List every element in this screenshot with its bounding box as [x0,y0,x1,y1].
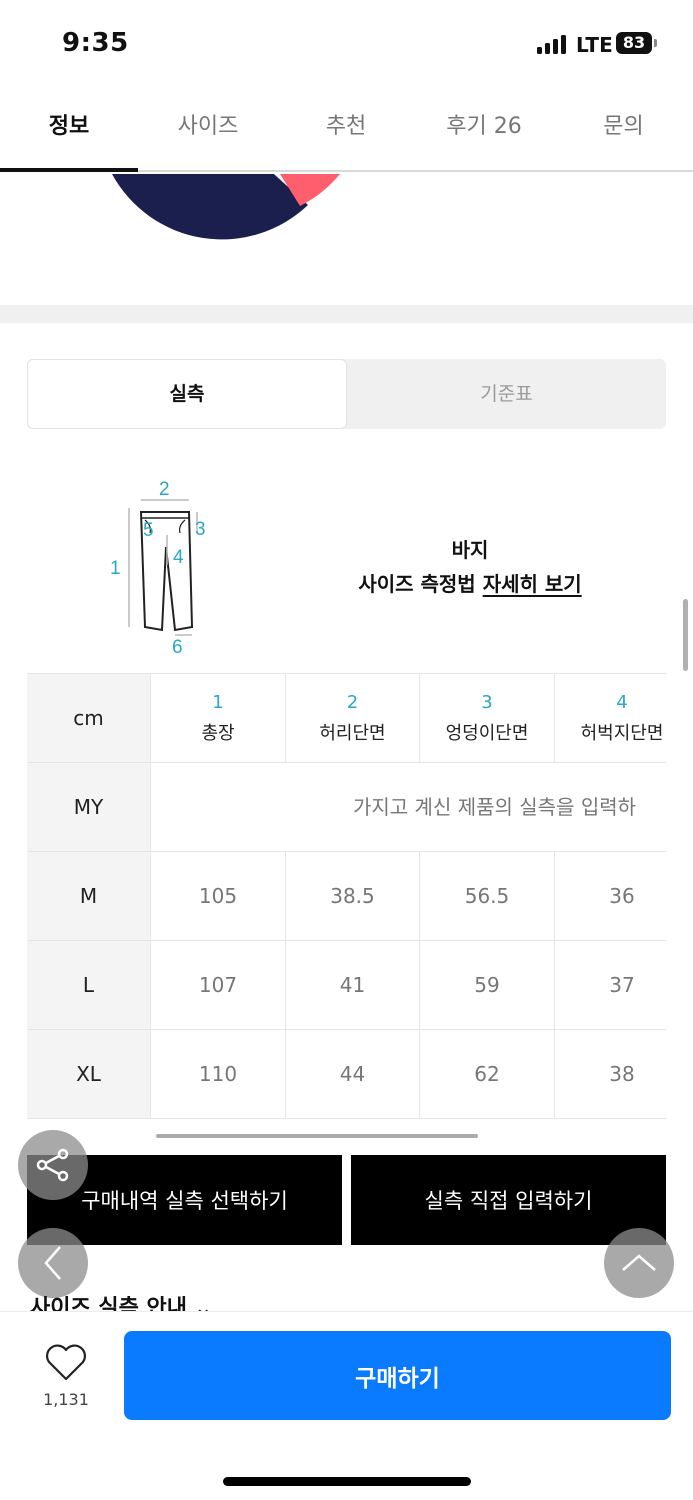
diagram-label-6: 6 [172,637,183,658]
toggle-measured[interactable]: 실측 [27,359,347,429]
column-label: 엉덩이단면 [445,722,529,744]
signal-icon [537,34,569,54]
table-cell: 107 [151,941,286,1029]
table-cell: 41 [286,941,420,1029]
diagram-label-3: 3 [195,519,206,540]
scroll-top-button[interactable] [604,1228,674,1298]
share-button[interactable] [18,1130,88,1200]
battery-icon: 83 [616,32,652,54]
back-button[interactable] [18,1228,88,1298]
row-label: XL [27,1030,151,1118]
table-row-my[interactable]: MY 가지고 계신 제품의 실측을 입력하 [27,763,666,852]
column-number: 1 [212,691,224,713]
size-label: M [79,884,98,908]
category-label: 바지 [451,538,489,562]
table-cell: 59 [420,941,555,1029]
chevron-up-icon [622,1254,656,1271]
table-cell: 105 [151,852,286,940]
pie-chart-fragment [0,174,693,304]
row-label: M [27,852,151,940]
tab-inquiry[interactable]: 문의 [554,108,693,148]
size-label: L [82,973,95,997]
page-vertical-scrollbar[interactable] [683,599,688,671]
toggle-standard[interactable]: 기준표 [347,359,666,429]
row-label: L [27,941,151,1029]
column-label: 총장 [201,722,235,744]
measure-guide-title: 바지 사이즈 측정법 자세히 보기 [300,533,640,601]
column-label: 허벅지단면 [580,722,664,744]
table-cell: 38 [555,1030,666,1118]
chevron-down-icon: ⌄ [187,1296,213,1312]
column-header: 4 허벅지단면 [555,674,666,762]
diagram-label-5: 5 [143,520,154,541]
table-row: XL 110 44 62 38 [27,1030,666,1119]
network-label: LTE [576,33,613,57]
size-type-toggle: 실측 기준표 [27,359,666,429]
unit-cell: cm [27,674,151,762]
status-time: 9:35 [62,28,129,58]
tab-reviews[interactable]: 후기 26 [414,108,554,148]
tab-size[interactable]: 사이즈 [138,108,278,148]
table-cell: 36 [555,852,666,940]
table-cell: 110 [151,1030,286,1118]
like-button[interactable] [44,1343,88,1387]
manual-input-button[interactable]: 실측 직접 입력하기 [351,1155,666,1245]
battery-tip [654,39,657,47]
share-icon [36,1148,69,1182]
size-guide-heading[interactable]: 사이즈 실측 안내 ⌄ [30,1290,212,1312]
pants-measure-diagram: 2 3 5 4 1 6 [105,475,215,660]
column-header: 3 엉덩이단면 [420,674,555,762]
measure-guide-link[interactable]: 자세히 보기 [483,572,582,596]
diagram-label-2: 2 [159,479,170,500]
table-cell: 44 [286,1030,420,1118]
home-indicator [223,1477,471,1486]
heart-icon [46,1344,86,1381]
tab-info[interactable]: 정보 [0,108,138,148]
table-row: L 107 41 59 37 [27,941,666,1030]
size-table[interactable]: cm 1 총장 2 허리단면 3 엉덩이단면 4 허벅지단면 MY 가지고 계신 제품의… [27,673,666,1119]
product-tab-bar: 정보 사이즈 추천 후기 26 문의 [0,88,693,172]
measure-guide-prefix: 사이즈 측정법 [358,572,476,596]
like-count: 1,131 [43,1390,89,1409]
diagram-label-4: 4 [173,547,184,568]
active-tab-indicator [0,168,138,172]
row-label: MY [27,763,151,851]
my-size-input-prompt[interactable]: 가지고 계신 제품의 실측을 입력하 [353,763,636,851]
column-header: 2 허리단면 [286,674,420,762]
column-header: 1 총장 [151,674,286,762]
column-label: 허리단면 [319,722,386,744]
column-number: 4 [616,691,628,713]
section-divider [0,305,693,323]
diagram-label-1: 1 [110,558,121,579]
table-cell: 37 [555,941,666,1029]
table-cell: 38.5 [286,852,420,940]
buy-button[interactable]: 구매하기 [124,1331,671,1420]
size-label: XL [76,1062,101,1086]
table-horizontal-scrollbar[interactable] [156,1134,478,1138]
column-number: 3 [481,691,493,713]
chevron-left-icon [44,1246,61,1280]
table-header-row: cm 1 총장 2 허리단면 3 엉덩이단면 4 허벅지단면 [27,674,666,763]
pie-slice-navy [112,174,308,240]
row-label-text: MY [73,795,104,819]
size-guide-text: 사이즈 실측 안내 [30,1296,187,1312]
column-number: 2 [346,691,359,713]
table-cell: 56.5 [420,852,555,940]
table-cell: 62 [420,1030,555,1118]
unit-label: cm [73,706,104,730]
table-row: M 105 38.5 56.5 36 [27,852,666,941]
status-bar: 9:35 LTE 83 [0,0,693,88]
tab-recommend[interactable]: 추천 [278,108,414,148]
